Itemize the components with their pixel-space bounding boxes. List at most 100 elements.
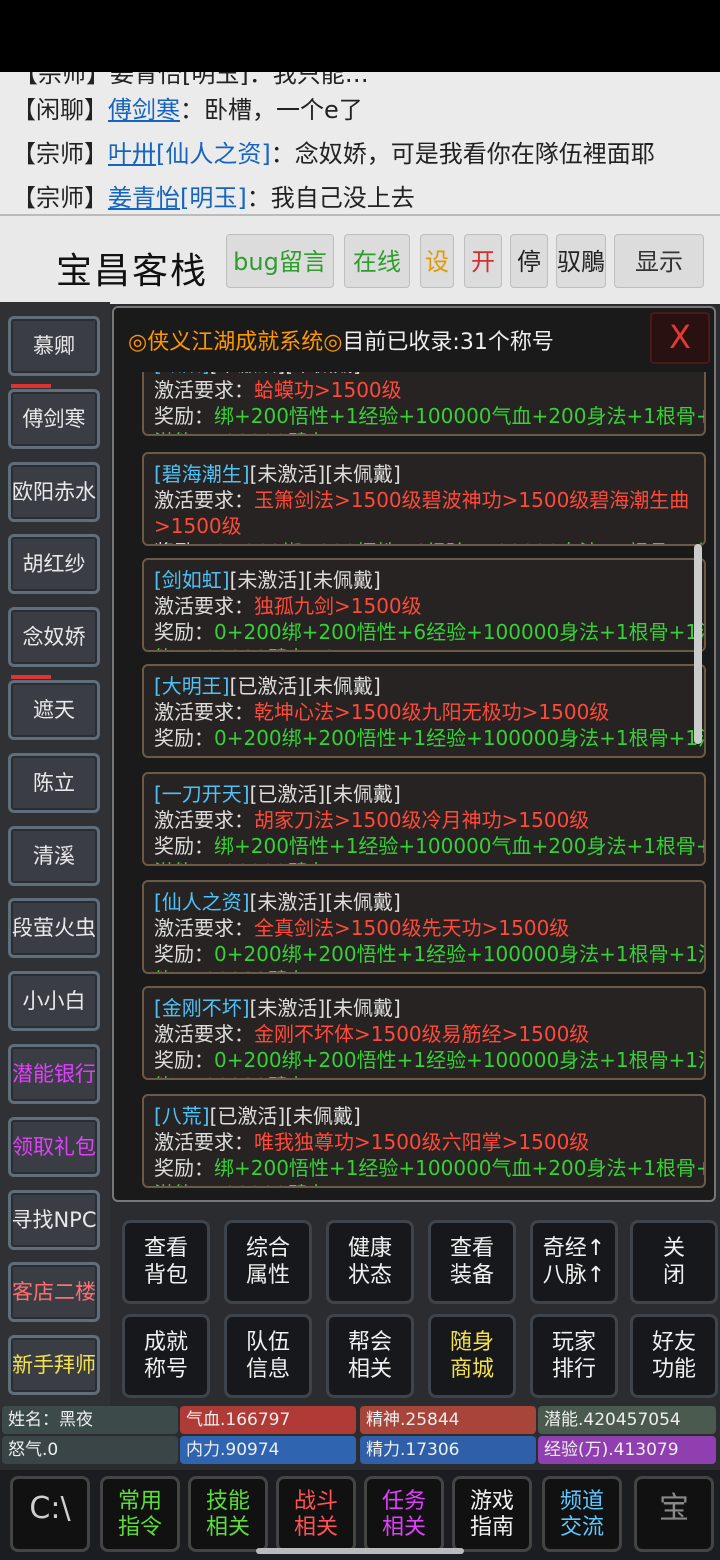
action-label-line1: 玩家 xyxy=(551,1330,596,1355)
sidebar-button[interactable]: 念奴娇 xyxy=(8,607,100,668)
achievement-panel: ◎侠义江湖成就系统◎目前已收录:31个称号 X [欧阳][未激活][未佩戴]激活… xyxy=(112,306,716,1202)
sidebar-button[interactable]: 段萤火虫 xyxy=(8,898,100,959)
sidebar-button-label: 寻找NPC xyxy=(11,1207,97,1232)
sidebar-button[interactable]: 领取礼包 xyxy=(8,1116,100,1177)
action-button[interactable]: 随身 商城 xyxy=(428,1314,516,1398)
bottom-nav-button[interactable]: 游戏 指南 xyxy=(452,1476,532,1552)
achievement-card[interactable]: [一刀开天][已激活][未佩戴] 激活要求：胡家刀法>1500级冷月神功>1500… xyxy=(142,772,706,866)
sidebar-button[interactable]: 潜能银行 xyxy=(8,1044,100,1104)
sidebar-button-label: 段萤火虫 xyxy=(12,916,96,941)
action-button[interactable]: 奇经↑ 八脉↑ xyxy=(530,1220,618,1304)
header-button[interactable]: 停 xyxy=(510,234,548,288)
action-button[interactable]: 查看 装备 xyxy=(428,1220,516,1304)
achievement-card[interactable]: [金刚不坏][未激活][未佩戴] 激活要求：金刚不坏体>1500级易筋经>1500… xyxy=(142,986,706,1080)
action-button[interactable]: 队伍 信息 xyxy=(224,1314,312,1398)
action-button[interactable]: 健康 状态 xyxy=(326,1220,414,1304)
sidebar-button-label: 傅剑寒 xyxy=(22,406,86,431)
sidebar-button-label: 小小白 xyxy=(22,989,86,1014)
action-button[interactable]: 查看 背包 xyxy=(122,1220,210,1304)
achievement-reward: 绑+200悟性+1经验+100000气血+200身法+1根骨+1 xyxy=(214,834,706,858)
sidebar-button[interactable]: 傅剑寒 xyxy=(8,383,100,449)
card-line: 激活要求：独孤九剑>1500级 xyxy=(154,590,422,619)
reward-label: 奖励： xyxy=(154,942,214,966)
chat-player-name[interactable]: 姜青怡 xyxy=(108,184,180,212)
action-label-line2: 称号 xyxy=(143,1357,188,1382)
home-indicator[interactable] xyxy=(256,1548,464,1554)
action-label-line2: 相关 xyxy=(347,1357,392,1382)
achievement-card[interactable]: [碧海潮生][未激活][未佩戴] 激活要求：玉箫剑法>1500级碧波神功>1500… xyxy=(142,452,706,546)
sidebar-button[interactable]: 慕卿 xyxy=(8,316,100,376)
card-line: 激活要求：唯我独尊功>1500级六阳掌>1500级 xyxy=(154,1126,589,1155)
sidebar-button[interactable]: 小小白 xyxy=(8,971,100,1032)
chat-channel: 【宗师】 xyxy=(12,184,108,212)
sidebar-button-label: 慕卿 xyxy=(33,334,75,358)
action-label-line2: 功能 xyxy=(651,1357,696,1382)
reward-label: 奖励： xyxy=(154,540,214,544)
header-button[interactable]: 在线 xyxy=(344,234,410,288)
bottom-label-line1: 宝 xyxy=(659,1491,689,1526)
sidebar-button[interactable]: 新手拜师 xyxy=(8,1335,100,1396)
bottom-nav-button[interactable]: 频道 交流 xyxy=(542,1476,622,1552)
action-label-line1: 健康 xyxy=(347,1236,392,1261)
sidebar-button-label: 领取礼包 xyxy=(12,1134,96,1159)
treasure-button[interactable]: 宝 xyxy=(634,1476,714,1552)
chat-player-name[interactable]: 叶卅 xyxy=(108,140,156,168)
action-button[interactable]: 帮会 相关 xyxy=(326,1314,414,1398)
console-button[interactable]: C:\ xyxy=(10,1476,90,1552)
sidebar-button[interactable]: 欧阳赤水 xyxy=(8,461,100,522)
card-line: 潜能+100000臂力+1 xyxy=(154,856,357,864)
chat-player-name[interactable]: 傅剑寒 xyxy=(108,96,180,124)
sidebar-button[interactable]: 陈立 xyxy=(8,752,100,813)
achievement-name: [金刚不坏] xyxy=(154,996,250,1020)
reward-label: 奖励： xyxy=(154,834,214,858)
new-marker-icon xyxy=(11,675,51,679)
scrollbar[interactable] xyxy=(694,544,702,744)
achievement-reward: 绑+200悟性+1经验+100000气血+200身法+1根骨+1 xyxy=(214,404,706,428)
achievement-card[interactable]: [八荒][已激活][未佩戴] 激活要求：唯我独尊功>1500级六阳掌>1500级奖… xyxy=(142,1094,706,1188)
achievement-card[interactable]: [剑如虹][未激活][未佩戴] 激活要求：独孤九剑>1500级 奖励：0+200绑+… xyxy=(142,558,706,652)
header-button[interactable]: 驭鵰 xyxy=(556,234,606,288)
header-button[interactable]: bug留言 xyxy=(226,234,334,288)
sidebar-button[interactable]: 客店二楼 xyxy=(8,1262,100,1323)
sidebar-button[interactable]: 寻找NPC xyxy=(8,1189,100,1250)
header-button[interactable]: 显示 xyxy=(614,234,704,288)
chat-message: ：我自己没上去 xyxy=(246,184,415,212)
card-line: 奖励：0+200绑+200悟性+6经验+100000身法+1根骨+1潜 xyxy=(154,616,704,645)
action-button[interactable]: 成就 称号 xyxy=(122,1314,210,1398)
action-button[interactable]: 关闭 xyxy=(630,1220,718,1304)
achievement-reward: 0+200绑+200悟性+1经验+100000身法+1根骨+1潜 xyxy=(214,942,706,966)
sidebar-button[interactable]: 胡红纱 xyxy=(8,534,100,595)
card-line: 奖励：绑+200悟性+1经验+100000气血+200身法+1根骨+1 xyxy=(154,830,706,859)
action-label-line2: 商城 xyxy=(449,1357,494,1382)
achievement-card[interactable]: [仙人之资][未激活][未佩戴] 激活要求：全真剑法>1500级先天功>1500级… xyxy=(142,880,706,974)
sidebar-button-label: 潜能银行 xyxy=(12,1062,96,1086)
achievement-list[interactable]: [欧阳][未激活][未佩戴]激活要求：蛤蟆功>1500级奖励：绑+200悟性+1… xyxy=(136,372,716,1202)
sidebar-button-label: 遮天 xyxy=(33,698,75,722)
chat-player-title: [仙人之资] xyxy=(156,140,271,168)
achievement-name: [八荒] xyxy=(154,1104,210,1128)
achievement-name: [碧海潮生] xyxy=(154,462,250,486)
bottom-nav-button[interactable]: 技能 相关 xyxy=(188,1476,268,1552)
achievement-status: [已激活][未佩戴] xyxy=(209,1104,361,1128)
header-button[interactable]: 设 xyxy=(420,234,454,288)
action-button[interactable]: 综合 属性 xyxy=(224,1220,312,1304)
close-button[interactable]: X xyxy=(650,312,710,364)
sidebar-button-label: 清溪 xyxy=(33,843,75,868)
achievement-card[interactable]: [欧阳][未激活][未佩戴]激活要求：蛤蟆功>1500级奖励：绑+200悟性+1… xyxy=(142,372,706,436)
bottom-nav-button[interactable]: 常用 指令 xyxy=(100,1476,180,1552)
sidebar-button[interactable]: 清溪 xyxy=(8,825,100,886)
bottom-nav-button[interactable]: 任务 相关 xyxy=(364,1476,444,1552)
sidebar-button-label: 新手拜师 xyxy=(12,1353,96,1378)
collected-count: 目前已收录:31个称号 xyxy=(342,330,554,355)
action-label-line2: 闭 xyxy=(662,1263,685,1288)
action-button[interactable]: 玩家 排行 xyxy=(530,1314,618,1398)
header-button[interactable]: 开 xyxy=(464,234,502,288)
bottom-nav-button[interactable]: 战斗 相关 xyxy=(276,1476,356,1552)
achievement-card[interactable]: [大明王][已激活][未佩戴] 激活要求：乾坤心法>1500级九阳无极功>1500… xyxy=(142,664,706,758)
chat-line: 【宗师】姜青怡[明玉]：我自己没上去 xyxy=(12,178,415,213)
action-label-line1: 帮会 xyxy=(347,1330,392,1355)
requirement-label: 激活要求： xyxy=(154,1022,254,1046)
title-mark-icon: ◎ xyxy=(128,330,148,355)
sidebar-button[interactable]: 遮天 xyxy=(8,675,100,740)
action-button[interactable]: 好友 功能 xyxy=(630,1314,718,1398)
